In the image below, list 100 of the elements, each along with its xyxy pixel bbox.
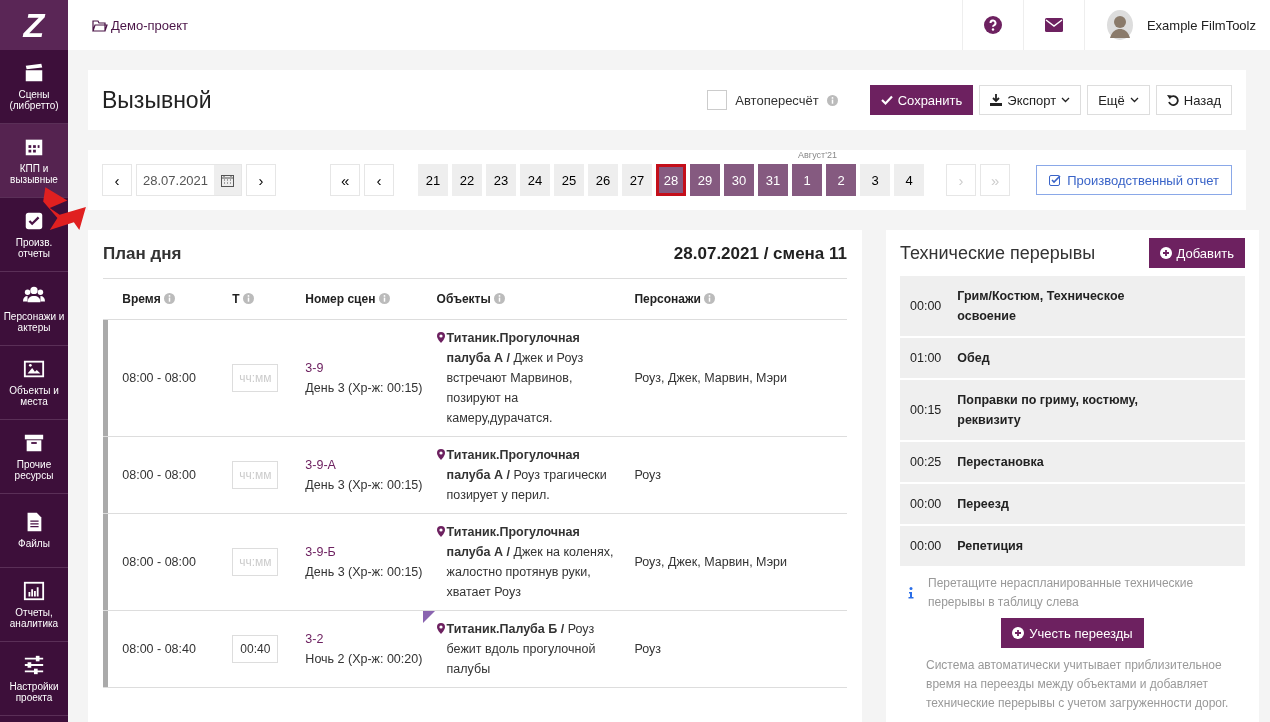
scene-link[interactable]: 3-9-А: [305, 458, 336, 472]
day-button[interactable]: 2: [826, 164, 857, 196]
avatar[interactable]: [1106, 10, 1133, 40]
folder-icon: [92, 18, 108, 32]
break-item[interactable]: 00:15 Поправки по гриму, костюму, реквизиту: [900, 380, 1245, 440]
scene-link[interactable]: 3-9: [305, 361, 324, 375]
sidebar-item[interactable]: КПП и вызывные: [0, 124, 68, 198]
previous-page-button[interactable]: ‹: [364, 164, 395, 196]
day-button[interactable]: 22: [452, 164, 483, 196]
day-button[interactable]: 29: [690, 164, 721, 196]
plus-circle-icon: [1159, 247, 1172, 259]
hint-text: Перетащите нераспланированные технические перерывы в таблицу слева: [928, 575, 1195, 611]
flag-marker: [422, 611, 435, 623]
shift-date: 28.07.2021 / смена 11: [673, 244, 847, 264]
scene-object: Титаник.Прогулочная палуба А / Роуз трагически позирует у перил.: [446, 447, 608, 504]
account-moves-button[interactable]: Учесть переезды: [1001, 618, 1144, 648]
info-icon: [826, 94, 838, 106]
characters: Роуз: [634, 468, 662, 482]
info-icon: [378, 293, 390, 304]
download-icon: [990, 94, 1003, 106]
month-label: Август'21: [798, 150, 837, 160]
section-title: План дня: [103, 244, 182, 264]
time-range: 08:00 - 08:00: [122, 468, 196, 482]
export-button[interactable]: Экспорт: [979, 85, 1082, 115]
envelope-icon[interactable]: [1044, 18, 1063, 32]
break-item[interactable]: 00:00 Грим/Костюм, Техническое освоение: [900, 276, 1245, 336]
time-range: 08:00 - 08:00: [122, 555, 196, 569]
bar-chart-icon: [23, 579, 45, 602]
break-item[interactable]: 01:00 Обед: [900, 338, 1245, 378]
first-page-button[interactable]: «: [330, 164, 361, 196]
column-header: Персонажи: [634, 292, 701, 306]
date-field[interactable]: 28.07.2021: [136, 164, 243, 196]
scene-object: Титаник.Палуба Б / Роуз бежит вдоль прогулочной палубы: [446, 621, 597, 678]
scene-info: Ночь 2 (Хр-ж: 00:20): [305, 652, 423, 666]
plus-circle-icon: [1012, 627, 1025, 639]
characters: Роуз: [634, 642, 662, 656]
calendar-icon: [221, 173, 235, 187]
day-button[interactable]: 27: [622, 164, 653, 196]
break-item[interactable]: 00:00 Переезд: [900, 484, 1245, 524]
caret-icon: [1061, 97, 1071, 103]
checkbox-icon: [1049, 174, 1062, 186]
section-title: Технические перерывы: [900, 242, 1096, 264]
day-button[interactable]: 3: [860, 164, 891, 196]
column-header: Время: [122, 292, 161, 306]
column-header: Объекты: [436, 292, 491, 306]
info-icon: [704, 293, 716, 304]
characters: Роуз, Джек, Марвин, Мэри: [634, 555, 787, 569]
checkmark-icon: [880, 94, 893, 106]
undo-icon: [1166, 94, 1179, 106]
map-pin-icon: [436, 332, 445, 343]
day-button[interactable]: 30: [724, 164, 755, 196]
info-icon: [908, 587, 914, 599]
scene-link[interactable]: 3-2: [305, 632, 324, 646]
break-item[interactable]: 00:25 Перестановка: [900, 442, 1245, 482]
break-item[interactable]: 00:00 Репетиция: [900, 526, 1245, 566]
day-button[interactable]: 23: [486, 164, 517, 196]
help-icon[interactable]: [983, 16, 1002, 34]
more-button[interactable]: Ещё: [1087, 85, 1150, 115]
info-icon: [243, 293, 255, 304]
note-text: Система автоматически учитывает приблизительное время на переезды между объектами и добавляет технические перерывы с учетом загруженности дорог.: [925, 657, 1230, 712]
day-button[interactable]: 25: [554, 164, 585, 196]
info-icon: [494, 293, 506, 304]
day-button[interactable]: 4: [894, 164, 925, 196]
page-title: Вызывной: [102, 86, 213, 114]
previous-day-button[interactable]: ‹: [102, 164, 132, 196]
scene-info: День 3 (Хр-ж: 00:15): [305, 478, 423, 492]
sliders-icon: [23, 653, 45, 676]
checkbox-label: Автопересчёт: [735, 92, 819, 108]
clapperboard-icon: [23, 61, 45, 84]
map-pin-icon: [436, 623, 445, 634]
duration-field[interactable]: 00:40: [232, 635, 279, 663]
info-icon: [164, 293, 175, 304]
time-range: 08:00 - 08:40: [122, 642, 196, 656]
day-button[interactable]: 28: [656, 164, 687, 196]
next-day-button[interactable]: ›: [246, 164, 277, 196]
add-button[interactable]: Добавить: [1148, 238, 1245, 268]
time-range: 08:00 - 08:00: [122, 371, 196, 385]
scene-link[interactable]: 3-9-Б: [305, 545, 336, 559]
production-report-button[interactable]: Производственный отчет: [1036, 165, 1232, 195]
user-name[interactable]: Example FilmToolz: [1146, 17, 1256, 33]
column-header: Номер сцен: [305, 292, 376, 306]
back-button[interactable]: Назад: [1155, 85, 1232, 115]
day-button[interactable]: 31: [758, 164, 789, 196]
scene-object: Титаник.Прогулочная палуба А / Джек и Роуз встречают Марвинов, позируют на камеру,дурачатся.: [446, 330, 585, 427]
autorecalc-checkbox[interactable]: [707, 90, 728, 110]
scene-info: День 3 (Хр-ж: 00:15): [305, 565, 423, 579]
column-header: Т: [232, 292, 240, 306]
scene-info: День 3 (Хр-ж: 00:15): [305, 381, 423, 395]
project-link[interactable]: Демо-проект: [92, 17, 189, 33]
save-button[interactable]: Сохранить: [869, 85, 974, 115]
app-logo[interactable]: Z: [0, 0, 68, 50]
day-button[interactable]: 21: [418, 164, 449, 196]
caret-icon: [1129, 97, 1139, 103]
map-pin-icon: [436, 526, 445, 537]
map-pin-icon: [436, 449, 445, 460]
day-button[interactable]: 26: [588, 164, 619, 196]
characters: Роуз, Джек, Марвин, Мэри: [634, 371, 787, 385]
day-button[interactable]: 1: [792, 164, 823, 196]
day-button[interactable]: 24: [520, 164, 551, 196]
scene-object: Титаник.Прогулочная палуба А / Джек на коленях, жалостно протянув руки, хватает Роуз: [446, 524, 615, 601]
